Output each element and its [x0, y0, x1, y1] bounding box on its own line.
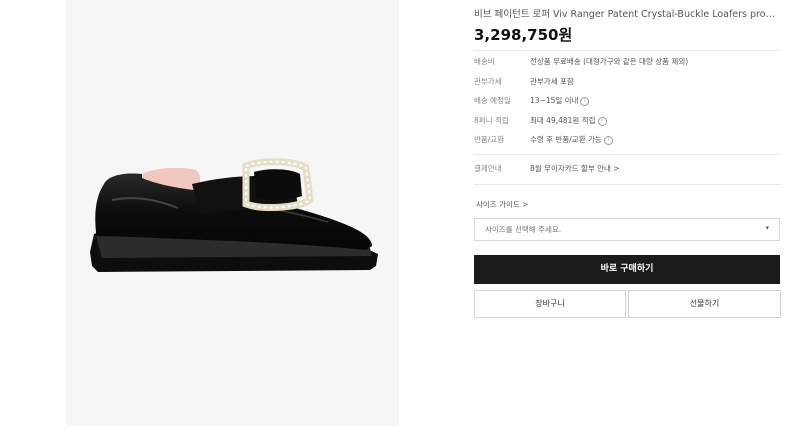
chevron-down-icon: ▾ — [765, 224, 769, 232]
detail-row-points: 8퍼니 적립 최대 49,481원 적립 i — [474, 115, 780, 127]
detail-label: 결제안내 — [474, 164, 502, 173]
detail-value: 수령 후 반품/교환 가능 i — [530, 134, 613, 146]
loafer-image — [90, 158, 378, 272]
product-image — [66, 0, 399, 426]
payment-info-link[interactable]: 8월 무이자카드 할부 안내 > — [530, 163, 620, 175]
info-circle-icon[interactable]: i — [603, 135, 613, 145]
product-title: 비브 페이턴트 로퍼 Viv Ranger Patent Crystal-Buc… — [474, 9, 780, 20]
detail-label: 8퍼니 적립 — [474, 116, 509, 125]
detail-label: 관부가세 — [474, 77, 502, 86]
gift-button[interactable]: 선물하기 — [628, 290, 781, 318]
detail-value-text: 수령 후 반품/교환 가능 — [530, 135, 602, 144]
size-select[interactable]: 사이즈를 선택해 주세요. ▾ — [474, 218, 780, 241]
info-circle-icon[interactable]: i — [597, 116, 607, 126]
detail-label: 반품/교환 — [474, 135, 505, 144]
divider — [474, 154, 780, 155]
detail-label: 배송 예정일 — [474, 96, 511, 105]
detail-label: 배송비 — [474, 57, 495, 66]
divider — [474, 50, 780, 51]
size-select-placeholder: 사이즈를 선택해 주세요. — [485, 225, 562, 234]
detail-value: 최대 49,481원 적립 i — [530, 115, 607, 127]
detail-row-duties: 관부가세 관부가세 포함 — [474, 76, 780, 88]
size-guide-link[interactable]: 사이즈 가이드 > — [476, 199, 528, 210]
detail-value: 관부가세 포함 — [530, 77, 574, 86]
detail-value-text: 최대 49,481원 적립 — [530, 116, 596, 125]
add-to-cart-button[interactable]: 장바구니 — [474, 290, 626, 318]
info-circle-icon[interactable]: i — [580, 96, 590, 106]
detail-row-shipping-fee: 배송비 전상품 무료배송 (대형가구와 같은 대량 상품 제외) — [474, 56, 780, 68]
buy-now-button[interactable]: 바로 구매하기 — [474, 255, 780, 284]
detail-row-payment: 결제안내 8월 무이자카드 할부 안내 > — [474, 163, 780, 175]
detail-value: 전상품 무료배송 (대형가구와 같은 대량 상품 제외) — [530, 57, 689, 66]
detail-value: 13~15일 이내 i — [530, 95, 590, 107]
divider — [474, 184, 780, 185]
detail-row-returns: 반품/교환 수령 후 반품/교환 가능 i — [474, 134, 780, 146]
detail-value-text: 13~15일 이내 — [530, 96, 579, 105]
detail-row-delivery-date: 배송 예정일 13~15일 이내 i — [474, 95, 780, 107]
product-price: 3,298,750원 — [474, 26, 573, 44]
